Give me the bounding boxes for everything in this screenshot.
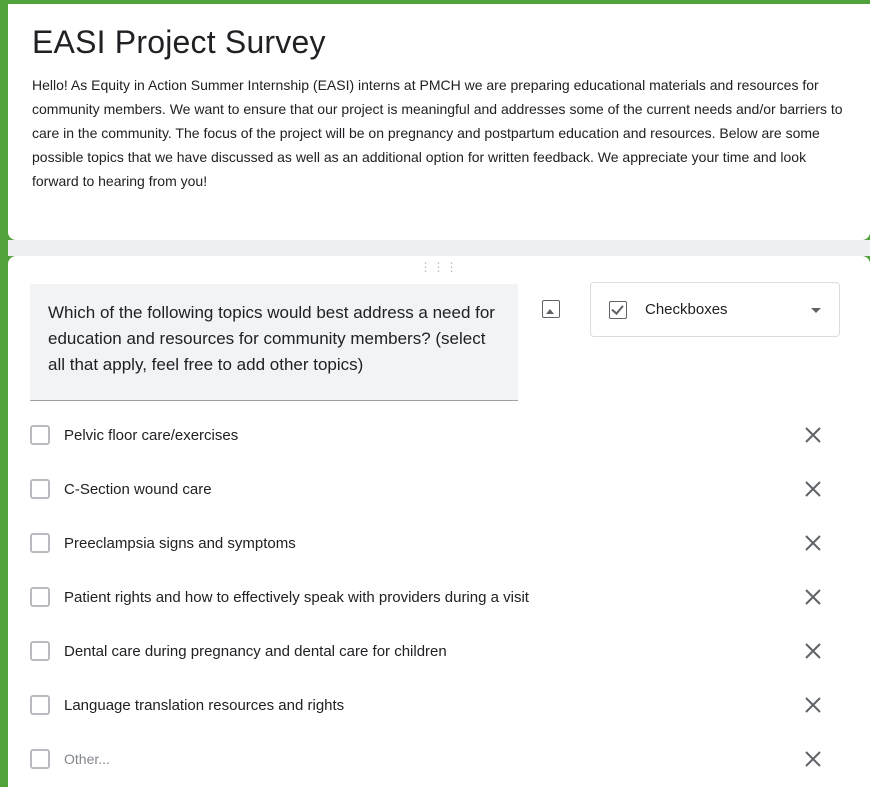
option-checkbox [30, 425, 50, 445]
option-row[interactable]: Pelvic floor care/exercises [8, 408, 870, 462]
option-checkbox [30, 479, 50, 499]
option-label-other[interactable]: Other... [64, 751, 110, 767]
option-checkbox [30, 695, 50, 715]
form-description[interactable]: Hello! As Equity in Action Summer Intern… [32, 73, 852, 193]
option-checkbox [30, 641, 50, 661]
option-label[interactable]: Pelvic floor care/exercises [64, 427, 238, 444]
close-icon[interactable] [804, 642, 822, 660]
option-row[interactable]: Preeclampsia signs and symptoms [8, 516, 870, 570]
option-checkbox [30, 749, 50, 769]
question-type-label: Checkboxes [645, 301, 728, 318]
close-icon[interactable] [804, 426, 822, 444]
option-label[interactable]: C-Section wound care [64, 481, 212, 498]
chevron-down-icon [811, 308, 821, 313]
checkbox-icon [609, 300, 627, 319]
close-icon[interactable] [804, 588, 822, 606]
card-gap [8, 240, 870, 256]
question-type-dropdown[interactable]: Checkboxes [590, 282, 840, 337]
option-label[interactable]: Dental care during pregnancy and dental … [64, 643, 447, 660]
close-icon[interactable] [804, 696, 822, 714]
option-label[interactable]: Language translation resources and right… [64, 697, 344, 714]
option-row[interactable]: Language translation resources and right… [8, 678, 870, 732]
question-title-input[interactable]: Which of the following topics would best… [30, 284, 518, 401]
close-icon[interactable] [804, 750, 822, 768]
image-icon[interactable] [542, 300, 560, 318]
option-row[interactable]: Dental care during pregnancy and dental … [8, 624, 870, 678]
form-title[interactable]: EASI Project Survey [32, 24, 846, 61]
option-row[interactable]: Patient rights and how to effectively sp… [8, 570, 870, 624]
question-card[interactable]: ⋮⋮⋮ Which of the following topics would … [8, 256, 870, 787]
close-icon[interactable] [804, 480, 822, 498]
option-label[interactable]: Preeclampsia signs and symptoms [64, 535, 296, 552]
form-header-card: EASI Project Survey Hello! As Equity in … [8, 4, 870, 240]
option-row-other[interactable]: Other... [8, 732, 870, 786]
option-checkbox [30, 533, 50, 553]
option-row[interactable]: C-Section wound care [8, 462, 870, 516]
drag-handle-icon[interactable]: ⋮⋮⋮ [420, 260, 459, 274]
options-list: Pelvic floor care/exercises C-Section wo… [8, 408, 870, 786]
option-label[interactable]: Patient rights and how to effectively sp… [64, 589, 529, 606]
close-icon[interactable] [804, 534, 822, 552]
option-checkbox [30, 587, 50, 607]
